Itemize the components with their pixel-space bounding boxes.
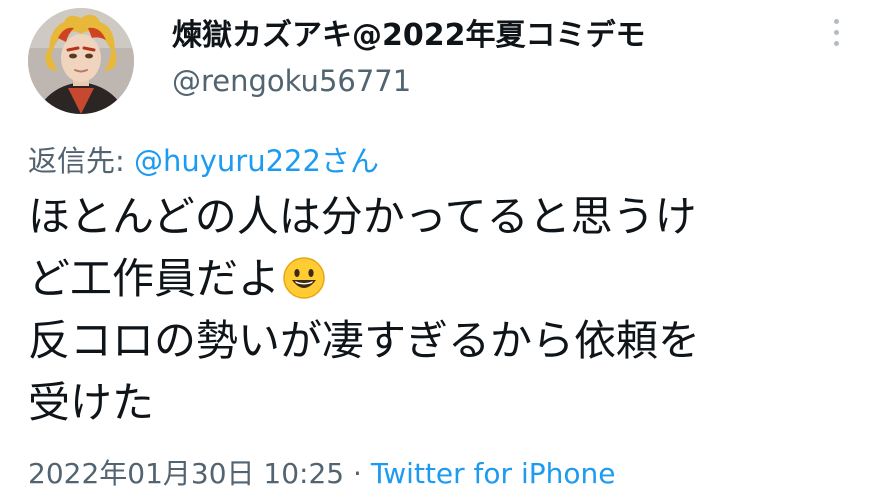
tweet-text-segment: ど工作員だよ — [28, 254, 281, 303]
avatar-photo — [28, 8, 134, 114]
tweet-text: ほとんどの人は分かってると思うけ ど工作員だよ 反コロの勢いが凄すぎるから依頼を… — [28, 186, 868, 434]
grinning-face-emoji-icon — [283, 257, 325, 299]
tweet-source-link[interactable]: Twitter for iPhone — [371, 457, 616, 490]
more-dot — [833, 18, 839, 24]
tweet-text-line: ど工作員だよ — [28, 248, 868, 310]
more-dot — [833, 29, 839, 35]
tweet-text-line: 受けた — [28, 378, 155, 427]
tweet-text-line: 反コロの勢いが凄すぎるから依頼を — [28, 316, 701, 365]
reply-to-line: 返信先: @huyuru222さん — [28, 138, 379, 180]
author-display-name[interactable]: 煉獄カズアキ@2022年夏コミデモ — [172, 10, 646, 54]
tweet-timestamp[interactable]: 2022年01月30日 10:25 — [28, 457, 344, 490]
meta-separator: · — [344, 457, 371, 490]
tweet-card: 煉獄カズアキ@2022年夏コミデモ @rengoku56771 返信先: @hu… — [0, 0, 878, 494]
more-dot — [833, 40, 839, 46]
author-avatar[interactable] — [28, 8, 134, 114]
author-handle[interactable]: @rengoku56771 — [172, 64, 411, 98]
tweet-meta: 2022年01月30日 10:25 · Twitter for iPhone — [28, 452, 615, 492]
tweet-text-line: ほとんどの人は分かってると思うけ — [28, 192, 697, 241]
reply-mention-link[interactable]: @huyuru222さん — [134, 144, 379, 178]
more-options-icon[interactable] — [824, 14, 848, 50]
reply-to-label: 返信先: — [28, 144, 134, 178]
